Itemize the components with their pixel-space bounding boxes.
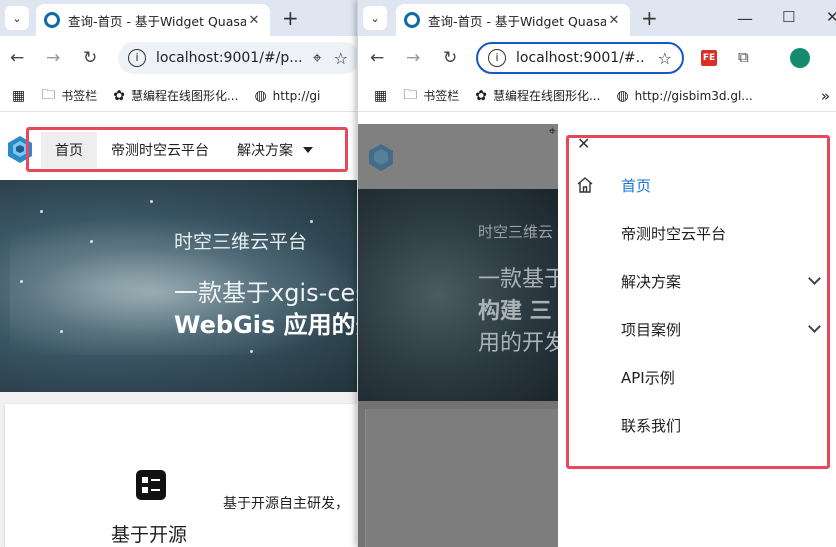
back-browser-window: ⌄ 查询-首页 - 基于Widget Quasar ✕ + ← → ↻ i lo… [0,0,360,547]
drawer-menu: ✕ 首页 帝测时空云平台 解决方案 项目案例 API示例 联系我们 [566,134,830,469]
tab-strip: ⌄ 查询-首页 - 基于Widget Quasar ✕ + [0,0,360,36]
drawer-item-api[interactable]: API示例 [621,367,675,388]
more-bookmarks-button[interactable]: » [821,87,830,105]
browser-toolbar: ← → ↻ i localhost:9001/#/p... ⌖ ☆ [0,36,360,80]
hero-headline-2: 用的开发 [478,331,558,356]
url-text: localhost:9001/#... [516,50,646,66]
site-header: ⌖ [358,124,558,189]
forward-button[interactable]: → [46,48,60,68]
content-area: 基于开源 基于开源自主研发， [0,392,360,547]
chevron-down-icon: ⌄ [12,11,22,25]
address-bar[interactable]: i localhost:9001/#/p... ⌖ ☆ [118,42,360,74]
site-info-icon[interactable]: i [128,49,146,67]
close-drawer-icon[interactable]: ✕ [577,134,590,153]
feature-title: 基于开源 [111,524,188,546]
bookmark-star-icon[interactable]: ☆ [334,49,348,68]
site-icon: ✿ [475,87,487,104]
hero-subtitle: 时空三维云 [478,223,554,241]
nav-item-home[interactable]: 首页 [41,131,97,168]
new-tab-button[interactable]: + [282,6,299,30]
minimize-button[interactable]: — [737,9,753,28]
extensions-puzzle-icon[interactable]: ⧉ [738,48,749,66]
hero-headline: 一款基于 [478,267,558,292]
back-button[interactable]: ← [370,48,384,68]
front-browser-window: ⌄ 查询-首页 - 基于Widget Quasar ✕ + — ☐ ✕ ← → … [357,0,836,547]
nav-item-solutions[interactable]: 解决方案 [223,132,299,168]
apps-icon[interactable]: ▦ [374,88,387,104]
forward-button[interactable]: → [406,48,420,68]
drawer-item-contact[interactable]: 联系我们 [621,415,681,436]
reload-button[interactable]: ↻ [443,48,457,68]
feature-card: 基于开源 基于开源自主研发， [5,404,360,547]
maximize-button[interactable]: ☐ [782,8,795,26]
bookmark-item[interactable]: ◍ http://gisbim3d.gl... [616,88,752,104]
more-menu-icon[interactable]: ⋮ [830,48,836,67]
location-pin-icon[interactable]: ⌖ [313,48,322,68]
tab-search-button[interactable]: ⌄ [363,6,387,30]
back-button[interactable]: ← [10,48,24,68]
url-text: localhost:9001/#/p... [156,50,303,66]
chevron-down-icon: ⌄ [370,11,380,25]
tab-title: 查询-首页 - 基于Widget Quasar [68,13,246,29]
bookmarks-bar: ▦ 🗀 书签栏 ✿ 慧编程在线图形化... ◍ http://gi [0,80,360,112]
nav-drawer: ✕ 首页 帝测时空云平台 解决方案 项目案例 API示例 联系我们 [558,124,836,547]
content-area [358,401,558,547]
close-window-button[interactable]: ✕ [826,8,836,26]
apps-icon[interactable]: ▦ [12,88,25,104]
hero-headline-bold: 构建 三 [478,299,552,324]
folder-icon: 🗀 [403,86,418,103]
feature-card [365,409,558,547]
reload-button[interactable]: ↻ [83,48,97,68]
bookmark-item[interactable]: ✿ 慧编程在线图形化... [475,87,600,104]
location-pin-icon: ⌖ [548,124,556,139]
site-icon: ✿ [113,87,125,104]
list-icon [136,470,166,500]
hero-headline-bold: WebGis 应用的开 [174,311,360,339]
drawer-item-home[interactable]: 首页 [621,175,651,196]
chevron-down-icon[interactable] [808,320,821,333]
home-icon [577,177,593,193]
bookmark-item[interactable]: ✿ 慧编程在线图形化... [113,87,238,104]
hero-banner: 时空三维云 一款基于 构建 三 用的开发 [358,189,558,401]
site-header: 首页 帝测时空云平台 解决方案 [0,113,360,180]
tab-search-button[interactable]: ⌄ [5,6,29,30]
close-tab-icon[interactable]: ✕ [606,13,622,28]
drawer-item-platform[interactable]: 帝测时空云平台 [621,223,726,244]
tab-title: 查询-首页 - 基于Widget Quasar [428,13,606,29]
page-overlay-backdrop[interactable]: ⌖ 时空三维云 一款基于 构建 三 用的开发 [358,124,558,547]
hero-banner: 时空三维云平台 一款基于xgis-ces WebGis 应用的开 [0,180,360,392]
globe-icon: ◍ [254,87,267,104]
drawer-item-solutions[interactable]: 解决方案 [621,271,681,292]
folder-icon: 🗀 [41,86,56,103]
extension-fe-icon[interactable]: FE [701,50,717,66]
browser-tab[interactable]: 查询-首页 - 基于Widget Quasar ✕ [36,4,270,36]
feature-description: 基于开源自主研发， [223,496,349,512]
chevron-down-icon[interactable] [808,272,821,285]
browser-toolbar: ← → ↻ i localhost:9001/#... ☆ FE ⧉ ⋮ [358,36,836,80]
bookmark-item[interactable]: ◍ http://gi [254,88,320,104]
globe-icon: ◍ [616,87,629,104]
dropdown-caret-icon[interactable] [303,146,313,153]
top-nav-menu: 首页 帝测时空云平台 解决方案 [26,127,348,172]
nav-item-platform[interactable]: 帝测时空云平台 [97,132,223,168]
bookmark-star-icon[interactable]: ☆ [658,49,672,68]
site-info-icon[interactable]: i [488,49,506,67]
hero-headline: 一款基于xgis-ces [174,279,360,307]
new-tab-button[interactable]: + [641,6,658,30]
close-tab-icon[interactable]: ✕ [246,13,262,28]
tab-strip: ⌄ 查询-首页 - 基于Widget Quasar ✕ + — ☐ ✕ [358,0,836,36]
bookmark-folder[interactable]: 🗀 书签栏 [41,84,97,108]
profile-avatar[interactable] [790,48,810,68]
site-favicon-icon [404,12,420,28]
hero-subtitle: 时空三维云平台 [174,231,308,253]
site-favicon-icon [44,12,60,28]
drawer-item-cases[interactable]: 项目案例 [621,319,681,340]
bookmarks-bar: ▦ 🗀 书签栏 ✿ 慧编程在线图形化... ◍ http://gisbim3d.gl.… [358,80,836,112]
address-bar[interactable]: i localhost:9001/#... ☆ [476,42,684,74]
browser-tab[interactable]: 查询-首页 - 基于Widget Quasar ✕ [396,4,630,36]
bookmark-folder[interactable]: 🗀 书签栏 [403,84,459,108]
site-logo-icon [369,144,393,171]
